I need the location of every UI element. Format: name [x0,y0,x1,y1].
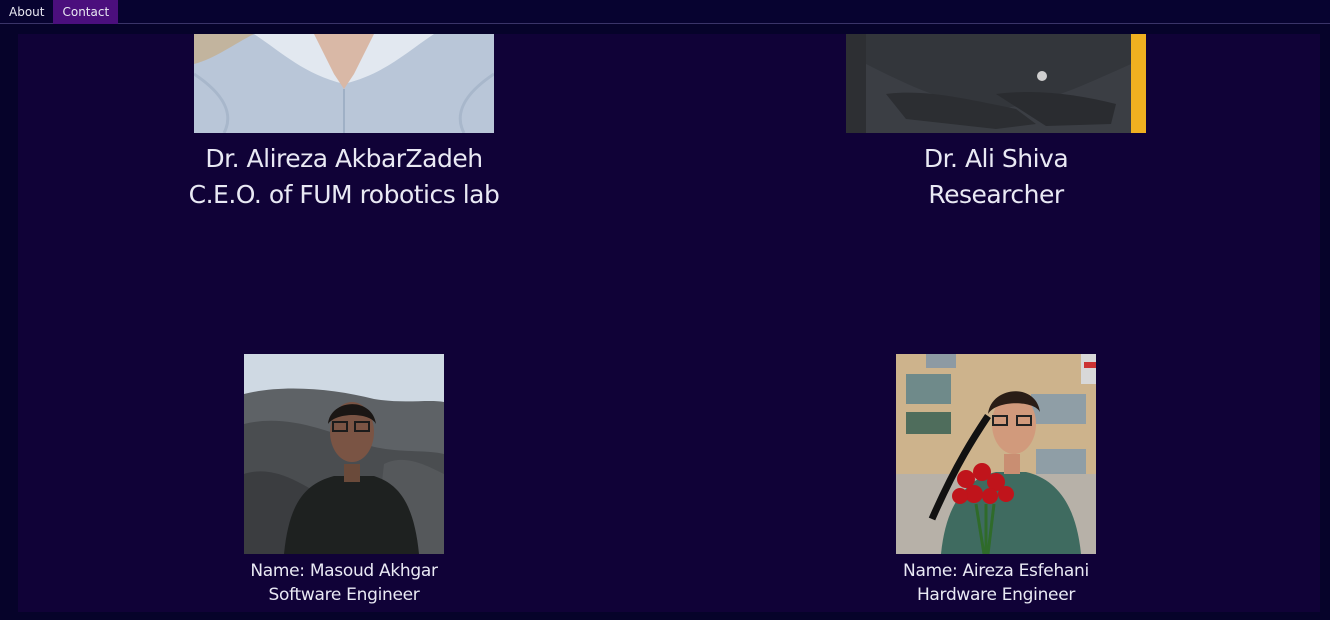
person-role: Software Engineer [268,585,420,605]
person-caption-akhgar: Name: Masoud Akhgar Software Engineer [194,559,494,607]
person-caption-esfehani: Name: Aireza Esfehani Hardware Engineer [846,559,1146,607]
person-caption-shiva: Dr. Ali Shiva Researcher [796,141,1196,213]
nav-contact-link[interactable]: Contact [53,0,119,24]
person-photo-akhgar [244,354,444,554]
person-name: Name: Aireza Esfehani [903,561,1089,581]
person-photo-akbarzadeh [194,34,494,133]
person-name: Dr. Alireza AkbarZadeh [205,144,483,173]
person-name: Name: Masoud Akhgar [250,561,438,581]
person-photo-shiva [846,34,1146,133]
person-role: Researcher [928,180,1064,209]
person-role: Hardware Engineer [916,585,1076,605]
person-role: C.E.O. of FUM robotics lab [188,180,500,209]
top-navigation-bar: About Contact [0,0,1330,24]
person-photo-esfehani [896,354,1096,554]
person-name: Dr. Ali Shiva [923,144,1069,173]
nav-about-link[interactable]: About [0,0,53,23]
person-caption-akbarzadeh: Dr. Alireza AkbarZadeh C.E.O. of FUM rob… [144,141,544,213]
